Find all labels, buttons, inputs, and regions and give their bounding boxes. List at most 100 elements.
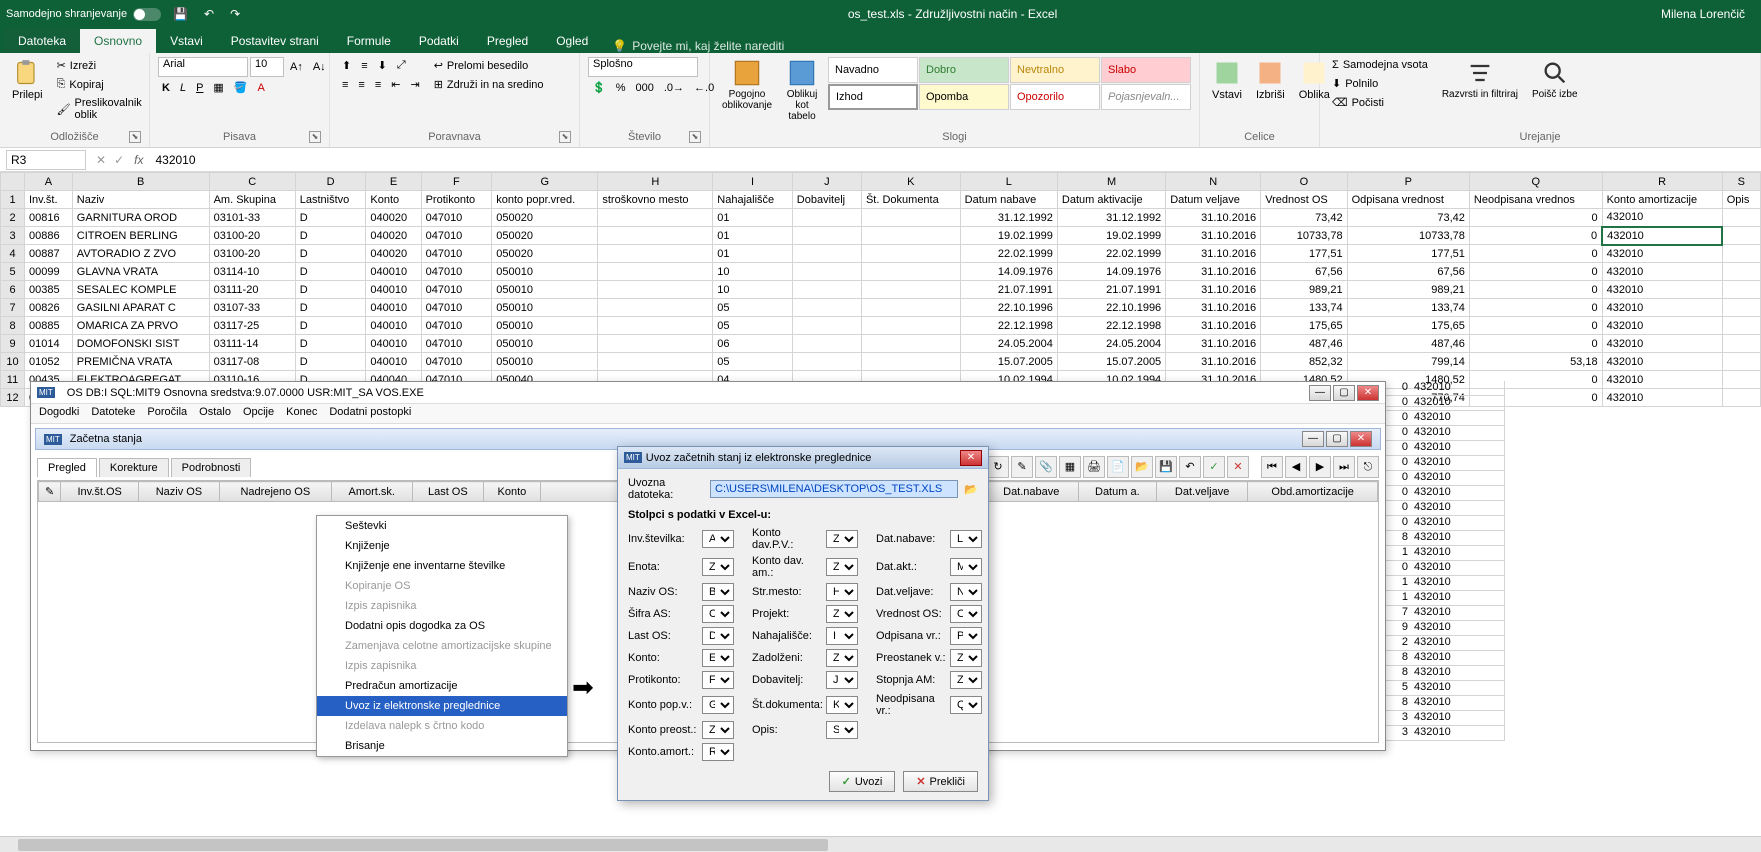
- cell[interactable]: 432010: [1602, 371, 1722, 389]
- col-select[interactable]: M: [950, 558, 982, 576]
- cell[interactable]: 050010: [492, 317, 598, 335]
- cell[interactable]: [1722, 353, 1760, 371]
- mit-col[interactable]: Datum a.: [1078, 482, 1156, 502]
- prev-button[interactable]: ◀: [1285, 456, 1307, 478]
- cell[interactable]: 00885: [25, 317, 73, 335]
- cell[interactable]: 03111-20: [209, 281, 295, 299]
- tab-formulas[interactable]: Formule: [333, 29, 405, 53]
- maximize-button[interactable]: ▢: [1333, 385, 1355, 401]
- cell[interactable]: 67,56: [1347, 263, 1469, 281]
- cell[interactable]: 01052: [25, 353, 73, 371]
- cell[interactable]: 00385: [25, 281, 73, 299]
- mit-col[interactable]: Last OS: [412, 482, 484, 502]
- cell[interactable]: [598, 335, 713, 353]
- ctx-item-1[interactable]: Knjiženje: [317, 536, 567, 556]
- cell[interactable]: 24.05.2004: [1057, 335, 1165, 353]
- number-launcher[interactable]: ⬊: [689, 131, 701, 143]
- col-header-D[interactable]: D: [295, 173, 366, 191]
- fx-icon[interactable]: fx: [128, 153, 149, 167]
- cell[interactable]: 22.10.1996: [1057, 299, 1165, 317]
- align-launcher[interactable]: ⬊: [559, 131, 571, 143]
- delete-tb-button[interactable]: ✕: [1227, 456, 1249, 478]
- import-button[interactable]: ✓Uvozi: [829, 771, 896, 792]
- col-header-J[interactable]: J: [792, 173, 861, 191]
- sort-filter-button[interactable]: Razvrsti in filtriraj: [1438, 57, 1522, 102]
- col-select[interactable]: Z: [702, 558, 734, 576]
- cell[interactable]: 050020: [492, 209, 598, 227]
- cell[interactable]: [792, 281, 861, 299]
- header-cell[interactable]: Konto: [366, 191, 421, 209]
- tab-insert[interactable]: Vstavi: [156, 29, 217, 53]
- edit-button[interactable]: ✎: [1011, 456, 1033, 478]
- row-selector-col[interactable]: ✎: [39, 482, 61, 502]
- first-button[interactable]: ⏮: [1261, 456, 1283, 478]
- col-header-A[interactable]: A: [25, 173, 73, 191]
- cell[interactable]: 0: [1469, 317, 1602, 335]
- cell[interactable]: 040010: [366, 263, 421, 281]
- cell[interactable]: 040020: [366, 227, 421, 245]
- col-header-E[interactable]: E: [366, 173, 421, 191]
- cell[interactable]: 040010: [366, 335, 421, 353]
- cell[interactable]: 432010: [1602, 281, 1722, 299]
- cell[interactable]: 177,51: [1261, 245, 1347, 263]
- header-cell[interactable]: Dobavitelj: [792, 191, 861, 209]
- cell[interactable]: 73,42: [1347, 209, 1469, 227]
- mit-col[interactable]: Obd.amortizacije: [1248, 482, 1378, 502]
- mit-col[interactable]: Amort.sk.: [331, 482, 412, 502]
- cell[interactable]: 047010: [421, 281, 492, 299]
- cell[interactable]: 03101-33: [209, 209, 295, 227]
- horizontal-scrollbar[interactable]: [0, 836, 1761, 852]
- cell[interactable]: 31.10.2016: [1166, 335, 1261, 353]
- cell[interactable]: 0: [1469, 209, 1602, 227]
- open-button[interactable]: 📂: [1131, 456, 1153, 478]
- indent-dec-button[interactable]: ⇤: [387, 76, 404, 93]
- cell[interactable]: 21.07.1991: [1057, 281, 1165, 299]
- style-warning[interactable]: Opozorilo: [1010, 84, 1100, 110]
- align-bottom-button[interactable]: ⬇: [374, 57, 391, 74]
- col-select[interactable]: A: [702, 530, 734, 548]
- cell[interactable]: 06: [713, 335, 793, 353]
- cell[interactable]: D: [295, 353, 366, 371]
- cell[interactable]: AVTORADIO Z ZVO: [72, 245, 209, 263]
- row-header-10[interactable]: 10: [1, 353, 25, 371]
- cell[interactable]: 047010: [421, 353, 492, 371]
- cell[interactable]: [861, 245, 960, 263]
- col-header-H[interactable]: H: [598, 173, 713, 191]
- cell[interactable]: 040020: [366, 245, 421, 263]
- cell[interactable]: 31.10.2016: [1166, 317, 1261, 335]
- cell[interactable]: 047010: [421, 299, 492, 317]
- col-header-I[interactable]: I: [713, 173, 793, 191]
- col-select[interactable]: O: [950, 605, 982, 623]
- cell[interactable]: 047010: [421, 335, 492, 353]
- cell[interactable]: 989,21: [1347, 281, 1469, 299]
- next-button[interactable]: ▶: [1309, 456, 1331, 478]
- row-header-5[interactable]: 5: [1, 263, 25, 281]
- cell[interactable]: 01: [713, 227, 793, 245]
- col-header-C[interactable]: C: [209, 173, 295, 191]
- col-select[interactable]: Z: [950, 649, 982, 667]
- cell[interactable]: 047010: [421, 317, 492, 335]
- cell[interactable]: 175,65: [1261, 317, 1347, 335]
- cell[interactable]: 040010: [366, 281, 421, 299]
- cell[interactable]: [792, 263, 861, 281]
- sub-close-button[interactable]: ✕: [1350, 431, 1372, 447]
- cell[interactable]: D: [295, 209, 366, 227]
- cell[interactable]: 852,32: [1261, 353, 1347, 371]
- cancel-formula-icon[interactable]: ✕: [92, 153, 110, 167]
- save-tb-button[interactable]: 💾: [1155, 456, 1177, 478]
- cell[interactable]: 487,46: [1261, 335, 1347, 353]
- cell[interactable]: 432010: [1602, 299, 1722, 317]
- cell[interactable]: 00826: [25, 299, 73, 317]
- cell[interactable]: 050020: [492, 245, 598, 263]
- cell[interactable]: [861, 209, 960, 227]
- cell[interactable]: 047010: [421, 245, 492, 263]
- style-explain[interactable]: Pojasnjevaln...: [1101, 84, 1191, 110]
- header-cell[interactable]: Lastništvo: [295, 191, 366, 209]
- header-cell[interactable]: Odpisana vrednost: [1347, 191, 1469, 209]
- orientation-button[interactable]: ⤢: [393, 57, 410, 74]
- cell[interactable]: 22.12.1998: [1057, 317, 1165, 335]
- cell[interactable]: 432010: [1602, 245, 1722, 263]
- new-button[interactable]: 📄: [1107, 456, 1129, 478]
- undo-icon[interactable]: ↶: [200, 5, 218, 23]
- cell[interactable]: 05: [713, 353, 793, 371]
